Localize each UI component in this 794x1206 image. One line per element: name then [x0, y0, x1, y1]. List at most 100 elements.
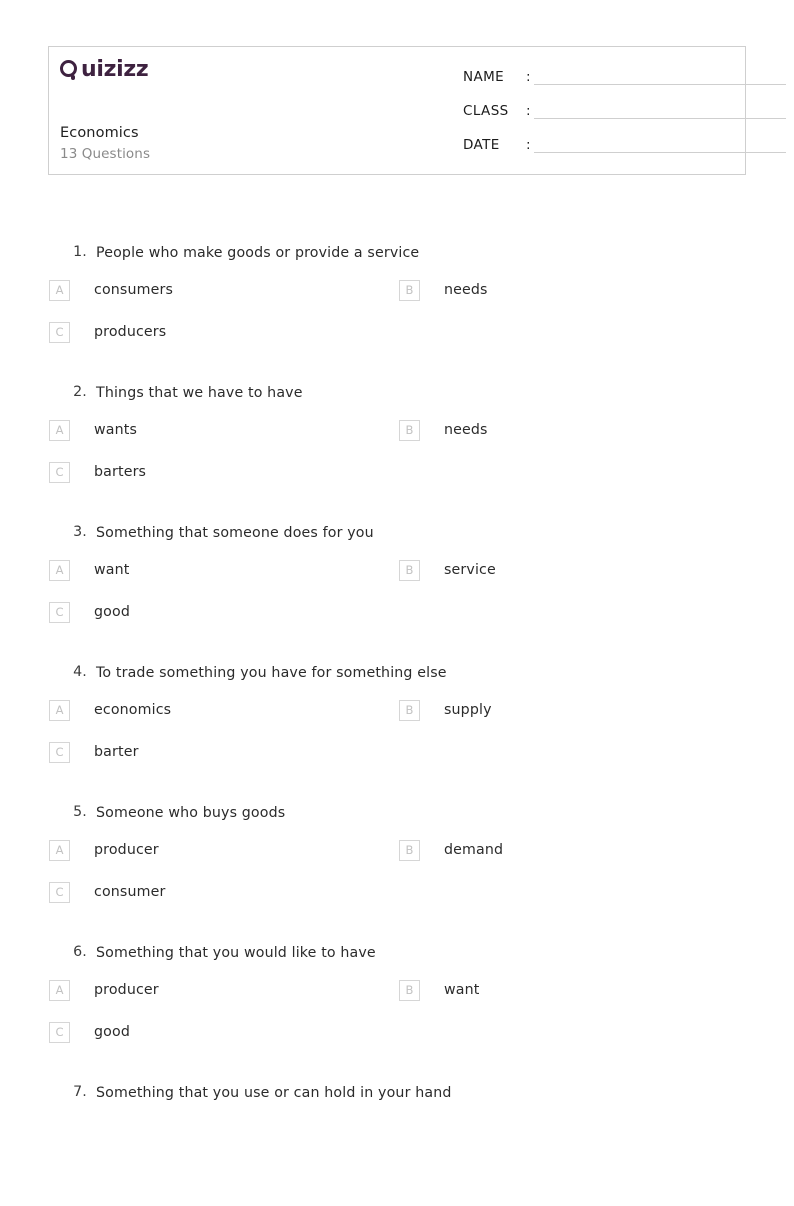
option-row: A economics B supply: [0, 695, 794, 737]
header-left-section: uizizz Economics 13 Questions: [49, 47, 409, 174]
question-heading: 4. To trade something you have for somet…: [0, 646, 794, 695]
question-number: 1.: [73, 244, 87, 260]
question-block: 1. People who make goods or provide a se…: [0, 226, 794, 366]
answer-option[interactable]: B service: [399, 559, 496, 581]
option-row: A consumers B needs: [0, 275, 794, 317]
option-text: want: [94, 562, 130, 578]
option-row: C good: [0, 597, 794, 639]
answer-option[interactable]: B want: [399, 979, 479, 1001]
option-letter-badge: C: [49, 601, 70, 623]
option-letter-badge: C: [49, 881, 70, 903]
questions-list: 1. People who make goods or provide a se…: [0, 226, 794, 1206]
option-letter-badge: A: [49, 279, 70, 301]
option-row: A want B service: [0, 555, 794, 597]
answer-option[interactable]: A consumers: [49, 279, 173, 301]
option-letter-badge: B: [399, 559, 420, 581]
question-block: 5. Someone who buys goods A producer B d…: [0, 786, 794, 926]
logo-wordmark: uizizz: [81, 57, 149, 82]
question-heading: 6. Something that you would like to have: [0, 926, 794, 975]
answer-option[interactable]: C producers: [49, 321, 166, 343]
question-block: 7. Something that you use or can hold in…: [0, 1066, 794, 1206]
answer-option[interactable]: A economics: [49, 699, 171, 721]
answer-option[interactable]: B supply: [399, 699, 492, 721]
question-heading: 5. Someone who buys goods: [0, 786, 794, 835]
class-field-input-line[interactable]: [534, 118, 786, 119]
quiz-question-count: 13 Questions: [60, 146, 151, 162]
question-number: 4.: [73, 664, 87, 680]
answer-option[interactable]: C good: [49, 601, 130, 623]
answer-option[interactable]: C barter: [49, 741, 139, 763]
option-letter-badge: A: [49, 419, 70, 441]
logo-q-icon: [60, 59, 81, 81]
option-text: demand: [444, 842, 504, 858]
question-block: 6. Something that you would like to have…: [0, 926, 794, 1066]
option-text: consumers: [94, 282, 173, 298]
quizizz-logo: uizizz: [60, 57, 149, 82]
option-text: producer: [94, 842, 159, 858]
option-letter-badge: B: [399, 419, 420, 441]
quiz-title: Economics: [60, 125, 139, 141]
answer-option[interactable]: C consumer: [49, 881, 165, 903]
option-letter-badge: C: [49, 461, 70, 483]
answer-option[interactable]: C barters: [49, 461, 146, 483]
question-block: 3. Something that someone does for you A…: [0, 506, 794, 646]
option-letter-badge: B: [399, 699, 420, 721]
answer-option[interactable]: A wants: [49, 419, 137, 441]
question-block: 2. Things that we have to have A wants B…: [0, 366, 794, 506]
name-field-input-line[interactable]: [534, 84, 786, 85]
question-number: 6.: [73, 944, 87, 960]
question-number: 3.: [73, 524, 87, 540]
question-text: Something that you use or can hold in yo…: [96, 1085, 452, 1101]
date-field-input-line[interactable]: [534, 152, 786, 153]
option-letter-badge: C: [49, 1021, 70, 1043]
option-text: good: [94, 1024, 130, 1040]
option-row: A producer B want: [0, 975, 794, 1017]
option-text: wants: [94, 422, 137, 438]
answer-option[interactable]: B needs: [399, 419, 488, 441]
answer-option[interactable]: A producer: [49, 839, 159, 861]
class-field-row: CLASS :: [409, 103, 786, 125]
question-text: Something that you would like to have: [96, 945, 376, 961]
option-text: service: [444, 562, 496, 578]
option-letter-badge: A: [49, 559, 70, 581]
answer-option[interactable]: C good: [49, 1021, 130, 1043]
option-row: C barter: [0, 737, 794, 779]
option-text: want: [444, 982, 480, 998]
option-letter-badge: B: [399, 279, 420, 301]
question-heading: 1. People who make goods or provide a se…: [0, 226, 794, 275]
name-field-colon: :: [526, 69, 531, 85]
option-letter-badge: A: [49, 839, 70, 861]
option-text: barter: [94, 744, 139, 760]
question-heading: 3. Something that someone does for you: [0, 506, 794, 555]
question-number: 5.: [73, 804, 87, 820]
option-text: barters: [94, 464, 147, 480]
answer-option[interactable]: A want: [49, 559, 129, 581]
name-field-label: NAME: [463, 69, 505, 85]
option-text: consumer: [94, 884, 166, 900]
option-text: producers: [94, 324, 167, 340]
option-text: producer: [94, 982, 159, 998]
class-field-label: CLASS: [463, 103, 509, 119]
question-heading: 7. Something that you use or can hold in…: [0, 1066, 794, 1115]
worksheet-header-card: uizizz Economics 13 Questions NAME : CLA…: [48, 46, 786, 175]
option-letter-badge: C: [49, 321, 70, 343]
name-field-row: NAME :: [409, 69, 786, 91]
class-field-colon: :: [526, 103, 531, 119]
question-text: To trade something you have for somethin…: [96, 665, 447, 681]
answer-option[interactable]: B needs: [399, 279, 488, 301]
question-block: 4. To trade something you have for somet…: [0, 646, 794, 786]
header-fields-section: NAME : CLASS : DATE :: [409, 47, 786, 174]
option-letter-badge: A: [49, 699, 70, 721]
date-field-label: DATE: [463, 137, 500, 153]
option-row: C barters: [0, 457, 794, 499]
option-row: C producers: [0, 317, 794, 359]
option-letter-badge: A: [49, 979, 70, 1001]
question-text: People who make goods or provide a servi…: [96, 245, 420, 261]
option-row: A wants B needs: [0, 415, 794, 457]
answer-option[interactable]: B demand: [399, 839, 503, 861]
answer-option[interactable]: A producer: [49, 979, 159, 1001]
option-letter-badge: C: [49, 741, 70, 763]
option-text: supply: [444, 702, 492, 718]
option-row: C consumer: [0, 877, 794, 919]
option-text: needs: [444, 422, 488, 438]
